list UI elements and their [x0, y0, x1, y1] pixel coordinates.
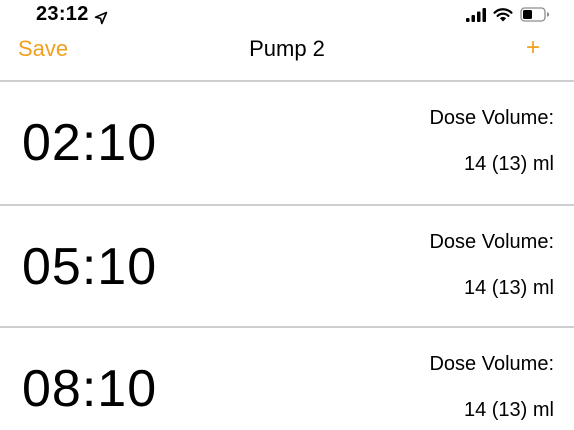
dose-volume-label: Dose Volume: — [429, 353, 554, 375]
status-time-container: 23:12 — [36, 3, 108, 26]
save-button[interactable]: Save — [18, 36, 68, 62]
row-divider — [0, 204, 574, 206]
status-time: 23:12 — [36, 3, 89, 25]
status-bar: 23:12 — [0, 0, 574, 30]
dose-volume-label: Dose Volume: — [429, 107, 554, 129]
dose-volume-value: 14 (13) ml — [463, 399, 554, 421]
schedule-row[interactable]: 08:10 Dose Volume: 14 (13) ml — [0, 329, 574, 430]
location-arrow-icon — [94, 8, 108, 24]
page-title: Pump 2 — [249, 36, 325, 61]
status-icons — [466, 7, 550, 27]
add-dose-button[interactable]: + — [526, 34, 540, 62]
dose-volume-value: 14 (13) ml — [463, 153, 554, 175]
dose-time: 05:10 — [22, 238, 158, 296]
cellular-signal-icon — [466, 7, 486, 27]
row-divider — [0, 326, 574, 328]
schedule-row[interactable]: 05:10 Dose Volume: 14 (13) ml — [0, 207, 574, 327]
dose-volume-label: Dose Volume: — [429, 231, 554, 253]
battery-icon — [520, 7, 550, 27]
dose-volume-value: 14 (13) ml — [463, 277, 554, 299]
wifi-icon — [493, 7, 513, 27]
nav-divider — [0, 80, 574, 82]
dose-time: 08:10 — [22, 360, 158, 418]
schedule-row[interactable]: 02:10 Dose Volume: 14 (13) ml — [0, 83, 574, 203]
navigation-bar: Save Pump 2 + — [0, 30, 574, 80]
dose-time: 02:10 — [22, 114, 158, 172]
